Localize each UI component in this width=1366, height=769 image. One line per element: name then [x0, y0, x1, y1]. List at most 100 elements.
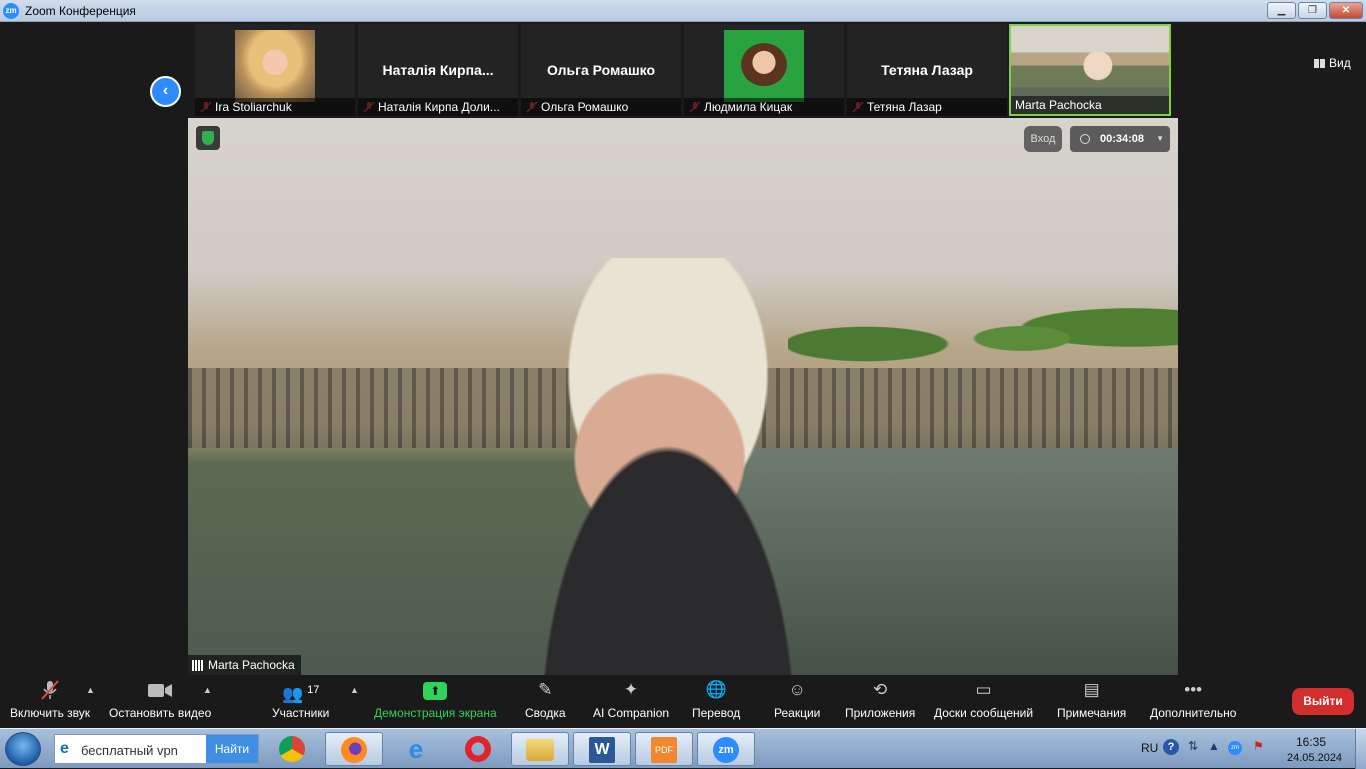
participants-count: 17	[307, 684, 320, 696]
close-button[interactable]: ✕	[1329, 2, 1363, 19]
notes-icon: ▤	[1083, 680, 1100, 699]
participant-photo	[235, 30, 315, 102]
signal-strength-icon	[192, 660, 204, 671]
leave-meeting-button[interactable]: Выйти	[1292, 688, 1354, 715]
encryption-shield-icon[interactable]	[196, 126, 220, 150]
active-speaker-video: Вход 00:34:08 ▼ Marta Pachocka	[188, 118, 1178, 675]
participant-tile-natalia[interactable]: Наталія Кирпа... Наталія Кирпа Доли...	[358, 24, 518, 116]
taskbar-search-input[interactable]	[81, 741, 207, 759]
zoom-icon: zm	[713, 736, 739, 763]
enter-button[interactable]: Вход	[1024, 126, 1062, 152]
translate-button[interactable]: 🌐 Перевод	[692, 679, 740, 720]
more-dots-icon: •••	[1184, 680, 1203, 699]
windows-taskbar: e Найти e W PDF zm RU ? ⇅ ▲ zm ⚑ 16:35 2…	[0, 728, 1366, 769]
zoom-logo-icon: zm	[3, 3, 19, 19]
summary-button[interactable]: ✎ Сводка	[525, 679, 566, 720]
minimize-button[interactable]: ▁	[1267, 2, 1296, 19]
participant-name-label: Marta Pachocka	[1011, 96, 1169, 114]
view-label: Вид	[1329, 56, 1351, 70]
stop-video-button[interactable]: Остановить видео	[109, 679, 211, 720]
stop-video-label: Остановить видео	[109, 706, 212, 720]
apps-button[interactable]: ⟲ Приложения	[845, 679, 915, 720]
language-indicator[interactable]: RU	[1141, 741, 1158, 755]
view-button[interactable]: Вид	[1314, 56, 1351, 70]
participants-label: Участники	[272, 706, 330, 720]
pdf-taskbar-button[interactable]: PDF	[635, 732, 693, 766]
maximize-button[interactable]: ❐	[1298, 2, 1327, 19]
start-button-windows-icon[interactable]	[5, 732, 41, 766]
meeting-toolbar: Включить звук ▲ Остановить видео ▲ 👥 17 У…	[0, 675, 1366, 728]
firefox-icon	[341, 736, 367, 763]
summary-icon: ✎	[538, 680, 553, 699]
clock-icon	[1080, 134, 1090, 144]
unmute-label: Включить звук	[10, 706, 91, 720]
opera-icon	[465, 735, 491, 762]
opera-taskbar-button[interactable]	[449, 732, 507, 766]
internet-explorer-taskbar-button[interactable]: e	[387, 732, 445, 766]
help-icon[interactable]: ?	[1163, 739, 1179, 755]
zoom-taskbar-button[interactable]: zm	[697, 732, 755, 766]
show-hidden-icons-chevron-icon[interactable]: ▲	[1208, 739, 1220, 753]
participant-name-label: Ольга Ромашко	[521, 98, 681, 116]
internet-explorer-icon: e	[408, 734, 424, 764]
globe-icon: 🌐	[705, 680, 727, 699]
participant-display-name: Ольга Ромашко	[546, 62, 656, 78]
participant-name-label: Людмила Кицак	[684, 98, 844, 116]
search-go-button[interactable]: Найти	[206, 735, 258, 763]
file-explorer-taskbar-button[interactable]	[511, 732, 569, 766]
participant-photo	[724, 30, 804, 102]
participant-tile-ira[interactable]: Ira Stoliarchuk	[195, 24, 355, 116]
audio-options-chevron-icon[interactable]: ▲	[86, 685, 95, 695]
notes-button[interactable]: ▤ Примечания	[1057, 679, 1126, 720]
unmute-button[interactable]: Включить звук	[10, 679, 90, 720]
participant-tile-tetiana[interactable]: Тетяна Лазар Тетяна Лазар	[847, 24, 1007, 116]
speaker-name-tag: Marta Pachocka	[188, 655, 301, 675]
video-options-chevron-icon[interactable]: ▲	[203, 685, 212, 695]
share-screen-label: Демонстрация экрана	[374, 706, 497, 720]
participants-button[interactable]: 👥 17 Участники	[272, 679, 329, 720]
window-title: Zoom Конференция	[25, 4, 136, 18]
notes-label: Примечания	[1057, 706, 1127, 720]
whiteboards-button[interactable]: ▭ Доски сообщений	[934, 679, 1033, 720]
word-taskbar-button[interactable]: W	[573, 732, 631, 766]
firefox-taskbar-button[interactable]	[325, 732, 383, 766]
more-button[interactable]: ••• Дополнительно	[1150, 679, 1236, 720]
participants-options-chevron-icon[interactable]: ▲	[350, 685, 359, 695]
participant-display-name: Наталія Кирпа...	[382, 62, 494, 78]
reactions-button[interactable]: ☺ Реакции	[774, 679, 820, 720]
participant-name-label: Наталія Кирпа Доли...	[358, 98, 518, 116]
speaker-figure	[458, 258, 878, 675]
clock-time[interactable]: 16:35	[1296, 735, 1326, 749]
chevron-down-icon: ▼	[1156, 134, 1164, 143]
smiley-icon: ☺	[788, 680, 806, 699]
clock-date[interactable]: 24.05.2024	[1287, 752, 1342, 764]
participant-tile-marta[interactable]: Marta Pachocka	[1009, 24, 1171, 116]
participant-name-label: Ira Stoliarchuk	[195, 98, 355, 116]
chrome-icon	[279, 735, 305, 762]
show-desktop-button[interactable]	[1355, 729, 1366, 769]
timer-value: 00:34:08	[1100, 133, 1145, 145]
internet-explorer-icon: e	[60, 740, 69, 757]
ai-companion-label: AI Companion	[593, 706, 670, 720]
network-icon[interactable]: ⇅	[1188, 739, 1198, 753]
meeting-timer[interactable]: 00:34:08 ▼	[1070, 126, 1170, 152]
previous-page-button[interactable]: ‹	[150, 76, 181, 107]
share-screen-icon: ⬆	[423, 682, 448, 700]
reactions-label: Реакции	[774, 706, 821, 720]
ai-companion-button[interactable]: ✦ AI Companion	[593, 679, 669, 720]
chrome-taskbar-button[interactable]	[263, 732, 321, 766]
action-center-flag-icon[interactable]: ⚑	[1253, 739, 1264, 753]
participant-name-label: Тетяна Лазар	[847, 98, 1007, 116]
window-title-bar: zm Zoom Конференция ▁ ❐ ✕	[0, 0, 1366, 22]
sparkle-icon: ✦	[623, 680, 639, 699]
participant-display-name: Тетяна Лазар	[881, 62, 973, 78]
participant-tile-olga[interactable]: Ольга Ромашко Ольга Ромашко	[521, 24, 681, 116]
more-label: Дополнительно	[1150, 706, 1237, 720]
apps-icon: ⟲	[872, 680, 888, 699]
zoom-tray-icon[interactable]: zm	[1228, 741, 1242, 755]
summary-label: Сводка	[525, 706, 566, 720]
speaker-name: Marta Pachocka	[208, 658, 295, 672]
video-camera-icon	[148, 684, 173, 697]
participant-tile-lyudmyla[interactable]: Людмила Кицак	[684, 24, 844, 116]
share-screen-button[interactable]: ⬆ Демонстрация экрана	[374, 679, 497, 720]
